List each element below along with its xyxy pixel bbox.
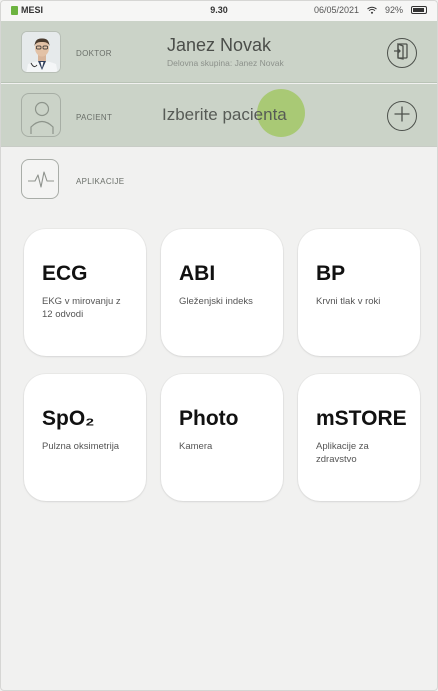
tile-title: BP: [316, 262, 346, 285]
tile-title: ECG: [42, 262, 88, 285]
tile-subtitle: Krvni tlak v roki: [316, 296, 381, 307]
tile-photo[interactable]: Photo Kamera: [161, 374, 283, 501]
tile-title: SpO₂: [42, 407, 95, 430]
tile-subtitle: Gleženjski indeks: [179, 296, 253, 307]
plus-icon: [393, 105, 411, 128]
status-date: 06/05/2021: [313, 5, 359, 15]
tile-subtitle: EKG v mirovanju z 12 odvodi: [42, 296, 121, 320]
doctor-name: Janez Novak: [167, 35, 272, 55]
doctor-label: DOKTOR: [76, 49, 112, 58]
app-window: MESI 9.30 06/05/2021 92% DOKTOR Janez No…: [0, 0, 438, 691]
tile-subtitle: Pulzna oksimetrija: [42, 441, 120, 452]
tile-mstore[interactable]: mSTORE Aplikacije za zdravstvo: [298, 374, 420, 501]
tile-subtitle: Kamera: [179, 441, 213, 452]
status-right: 06/05/2021 92%: [314, 5, 427, 15]
tile-abi[interactable]: ABI Gleženjski indeks: [161, 229, 283, 356]
logout-icon: [393, 42, 411, 65]
doctor-workgroup: Delovna skupina: Janez Novak: [167, 58, 284, 68]
tile-bp[interactable]: BP Krvni tlak v roki: [298, 229, 420, 356]
patient-row[interactable]: PACIENT Izberite pacienta: [1, 84, 437, 147]
patient-avatar-placeholder: [21, 93, 61, 137]
tile-title: ABI: [179, 262, 216, 285]
apps-row: APLIKACIJE: [1, 147, 437, 213]
tile-subtitle: Aplikacije za zdravstvo: [316, 441, 369, 465]
tile-title: mSTORE: [316, 407, 407, 430]
battery-percent: 92%: [384, 5, 403, 15]
select-patient-field[interactable]: Izberite pacienta: [162, 105, 287, 125]
doctor-avatar: [21, 31, 61, 73]
patient-label: PACIENT: [76, 113, 113, 122]
battery-icon: [411, 6, 427, 14]
person-icon: [30, 101, 54, 134]
apps-label: APLIKACIJE: [76, 177, 125, 186]
wifi-icon: [367, 6, 377, 14]
apps-icon-box: [21, 159, 59, 199]
tile-title: Photo: [179, 407, 239, 430]
tile-spo2[interactable]: SpO₂ Pulzna oksimetrija: [24, 374, 146, 501]
doctor-row[interactable]: DOKTOR Janez Novak Delovna skupina: Jane…: [1, 21, 437, 83]
pulse-icon: [28, 171, 54, 188]
status-bar: MESI 9.30 06/05/2021 92%: [1, 1, 437, 21]
tile-ecg[interactable]: ECG EKG v mirovanju z 12 odvodi: [24, 229, 146, 356]
logout-button[interactable]: [387, 38, 417, 68]
add-patient-button[interactable]: [387, 101, 417, 131]
